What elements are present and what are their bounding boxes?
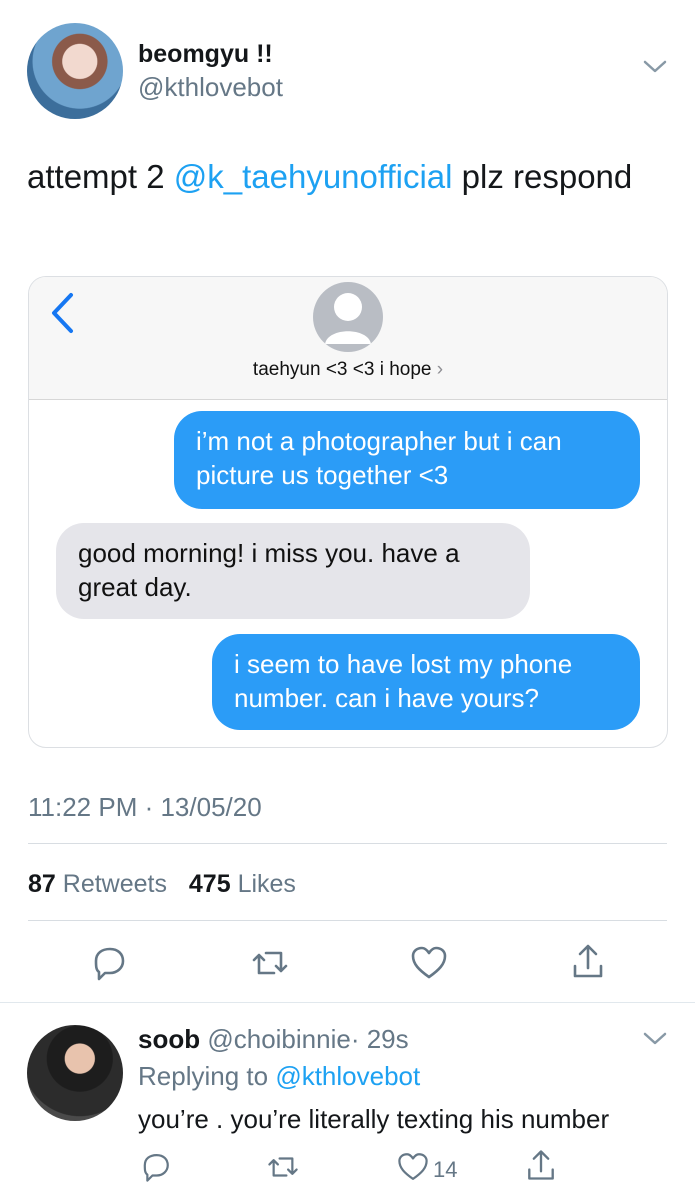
message-bubble-sent: i seem to have lost my phone number. can… <box>212 634 640 730</box>
tweet-text: attempt 2 @k_taehyunofficial plz respond <box>27 148 647 205</box>
tweet-text-suffix: plz respond <box>452 158 633 195</box>
likes-count[interactable]: 475 <box>189 870 231 898</box>
tweet-text-prefix: attempt 2 <box>27 158 174 195</box>
retweets-count[interactable]: 87 <box>28 870 56 898</box>
reply-avatar[interactable] <box>27 1025 123 1121</box>
reply-author-handle[interactable]: @choibinnie <box>207 1024 350 1054</box>
retweets-label[interactable]: Retweets <box>63 870 167 898</box>
author-handle[interactable]: @kthlovebot <box>138 72 283 103</box>
reply-menu-chevron-down-icon[interactable] <box>642 1030 668 1053</box>
message-bubble-sent: i’m not a photographer but i can picture… <box>174 411 640 509</box>
replying-to-label: Replying to <box>138 1061 269 1091</box>
retweet-icon[interactable] <box>250 943 290 983</box>
reply-text: you’re . you’re literally texting his nu… <box>138 1104 610 1134</box>
reply-retweet-icon[interactable] <box>266 1150 302 1184</box>
tweet-menu-chevron-down-icon[interactable] <box>642 58 668 81</box>
reply-author-line: soob @choibinnie· 29s <box>138 1024 409 1055</box>
tweet-timestamp[interactable]: 11:22 PM · 13/05/20 <box>28 792 262 823</box>
contact-name: taehyun <3 <3 i hope › <box>252 359 444 380</box>
reply-time[interactable]: · 29s <box>351 1024 409 1054</box>
replying-to-line: Replying to @kthlovebot <box>138 1061 420 1092</box>
reply-divider <box>0 1002 695 1003</box>
back-chevron-left-icon <box>47 291 77 340</box>
likes-label[interactable]: Likes <box>238 870 296 898</box>
replying-to-handle[interactable]: @kthlovebot <box>275 1061 420 1091</box>
reply-like-count[interactable]: 14 <box>433 1157 457 1183</box>
reply-comment-icon[interactable] <box>88 943 128 983</box>
contact-person-icon <box>313 282 383 352</box>
contact-chevron-right-icon: › <box>436 359 444 380</box>
mention-link[interactable]: @k_taehyunofficial <box>174 158 453 195</box>
stats-top-divider <box>28 843 667 844</box>
reply-like-heart-icon[interactable] <box>396 1150 432 1184</box>
message-screenshot-card: taehyun <3 <3 i hope › i’m not a photogr… <box>28 276 668 748</box>
author-avatar[interactable] <box>27 23 123 119</box>
reply-comment-icon[interactable] <box>138 1150 174 1184</box>
message-header: taehyun <3 <3 i hope › <box>29 277 667 400</box>
stats-bottom-divider <box>28 920 667 921</box>
tweet-stats: 87 Retweets 475 Likes <box>28 870 296 899</box>
reply-share-icon[interactable] <box>523 1147 559 1183</box>
message-bubble-received: good morning! i miss you. have a great d… <box>56 523 530 619</box>
share-icon[interactable] <box>568 941 608 981</box>
like-heart-icon[interactable] <box>409 943 449 983</box>
reply-author-name[interactable]: soob <box>138 1024 200 1054</box>
author-name[interactable]: beomgyu !! <box>138 40 273 69</box>
